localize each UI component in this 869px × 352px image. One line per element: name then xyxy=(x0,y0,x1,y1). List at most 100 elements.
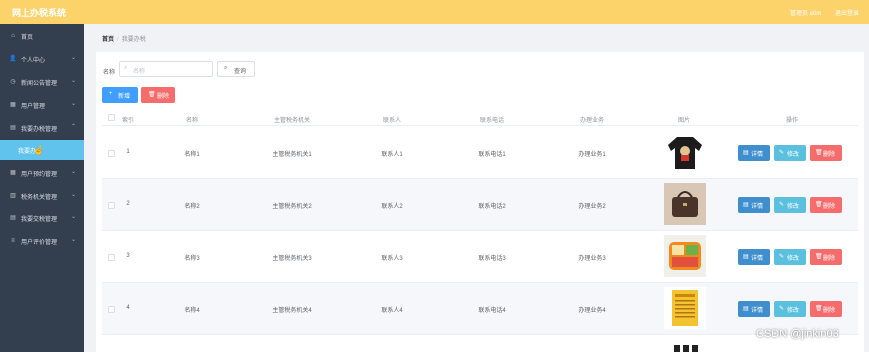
sidebar-item-label: 我要办税管理 xyxy=(21,127,58,133)
table-row: 2 名称2 主管税务机关2 联系人2 联系电话2 办理业务2 ▤详情 ✎修改 xyxy=(102,179,858,231)
trash-icon: 🗑 xyxy=(815,150,823,156)
cell-contact: 联系人2 xyxy=(381,204,403,210)
sidebar-item-label: 用户预约管理 xyxy=(21,172,58,178)
chevron-down-icon: ⌄ xyxy=(71,78,77,84)
edit-icon: ✎ xyxy=(779,254,785,260)
delete-button[interactable]: 🗑 删除 xyxy=(810,249,842,265)
breadcrumb-home[interactable]: 首页 xyxy=(102,37,114,43)
row-checkbox[interactable] xyxy=(108,254,115,261)
sidebar-item-profile[interactable]: 👤 个人中心 ⌄ xyxy=(0,49,84,69)
breadcrumb-current: 我要办税 xyxy=(121,37,146,43)
delete-button[interactable]: 🗑 删除 xyxy=(810,145,842,161)
delete-button[interactable]: 🗑 删除 xyxy=(810,301,842,317)
batch-delete-button[interactable]: 🗑 删除 xyxy=(141,87,175,103)
cell-business: 办理业务4 xyxy=(578,308,606,314)
cell-name: 名称4 xyxy=(184,308,200,314)
top-bar: 网上办税系统 管理员 a0m 退出登录 xyxy=(0,0,869,24)
edit-label: 修改 xyxy=(787,256,800,262)
yellow-book-image[interactable] xyxy=(664,287,706,329)
cell-name: 名称2 xyxy=(184,204,200,210)
detail-icon: ▤ xyxy=(743,202,749,208)
detail-button[interactable]: ▤ 详情 xyxy=(738,197,770,213)
delete-button[interactable]: 🗑 删除 xyxy=(810,197,842,213)
cell-contact: 联系人3 xyxy=(381,256,403,262)
edit-icon: ✎ xyxy=(779,306,785,312)
search-placeholder: 名称 xyxy=(133,69,146,75)
document-icon: ▤ xyxy=(10,215,16,221)
detail-button[interactable]: ▤ 详情 xyxy=(738,145,770,161)
select-all-checkbox[interactable] xyxy=(108,114,115,121)
watermark: CSDN @jinkin03 xyxy=(756,328,839,340)
sidebar-item-tax-authority[interactable]: ▥ 税务机关管理 ⌄ xyxy=(0,186,84,206)
cell-authority: 主管税务机关4 xyxy=(272,308,312,314)
detail-icon: ▤ xyxy=(743,254,749,260)
sidebar-item-label: 个人中心 xyxy=(21,58,46,64)
chevron-down-icon: ⌄ xyxy=(71,214,77,220)
sidebar-item-label: 税务机关管理 xyxy=(21,195,58,201)
table-header: 索引 名称 主管税务机关 联系人 联系电话 办理业务 图片 操作 xyxy=(102,110,858,126)
search-input[interactable]: ⌕ 名称 xyxy=(119,61,213,77)
detail-icon: ▤ xyxy=(743,306,749,312)
edit-icon: ✎ xyxy=(779,202,785,208)
sidebar: ⌂ 首页 👤 个人中心 ⌄ ◷ 新闻公告管理 ⌄ ▦ 用户管理 ⌄ ▤ 我要办税… xyxy=(0,24,84,352)
clock-icon: ◷ xyxy=(10,79,16,85)
table-row: 3 名称3 主管税务机关3 联系人3 联系电话3 办理业务3 ▤详情 ✎修改 xyxy=(102,231,858,283)
row-checkbox[interactable] xyxy=(108,306,115,313)
add-button[interactable]: + 新增 xyxy=(102,87,138,103)
main-content: 首页 / 我要办税 名称 ⌕ 名称 ⌕ 查询 + 新增 🗑 删除 索引 名称 主管税… xyxy=(84,24,869,352)
cell-phone: 联系电话4 xyxy=(478,308,506,314)
edit-button[interactable]: ✎ 修改 xyxy=(774,145,806,161)
detail-label: 详情 xyxy=(751,152,764,158)
cell-business: 办理业务3 xyxy=(578,256,606,262)
search-icon: ⌕ xyxy=(124,65,128,71)
content-panel: 名称 ⌕ 名称 ⌕ 查询 + 新增 🗑 删除 索引 名称 主管税务机关 联系人 … xyxy=(96,52,864,352)
column-header-index: 索引 xyxy=(121,118,134,124)
column-header-phone: 联系电话 xyxy=(479,118,504,124)
detail-button[interactable]: ▤ 详情 xyxy=(738,301,770,317)
row-checkbox[interactable] xyxy=(108,150,115,157)
detail-button[interactable]: ▤ 详情 xyxy=(738,249,770,265)
home-icon: ⌂ xyxy=(11,33,15,39)
cell-authority: 主管税务机关3 xyxy=(272,256,312,262)
edit-label: 修改 xyxy=(787,308,800,314)
add-button-label: 新增 xyxy=(118,94,131,100)
search-icon: ⌕ xyxy=(224,65,228,71)
edit-button[interactable]: ✎ 修改 xyxy=(774,249,806,265)
app-title: 网上办税系统 xyxy=(12,8,67,18)
detail-label: 详情 xyxy=(751,256,764,262)
cell-name: 名称3 xyxy=(184,256,200,262)
table-row-partial xyxy=(102,335,858,352)
sidebar-item-appointments[interactable]: ▦ 用户预约管理 ⌄ xyxy=(0,163,84,183)
sidebar-item-label: 用户管理 xyxy=(21,104,46,110)
edit-button[interactable]: ✎ 修改 xyxy=(774,301,806,317)
cell-index: 3 xyxy=(126,253,130,259)
edit-button[interactable]: ✎ 修改 xyxy=(774,197,806,213)
sidebar-item-tax-handle[interactable]: ▤ 我要办税管理 ⌃ xyxy=(0,118,84,138)
chevron-down-icon: ⌄ xyxy=(71,55,77,61)
logout-link[interactable]: 退出登录 xyxy=(835,8,859,17)
column-header-actions: 操作 xyxy=(785,118,798,124)
sidebar-subitem-tax-handle[interactable]: 我要办 ☝ xyxy=(0,140,84,160)
sidebar-item-home[interactable]: ⌂ 首页 xyxy=(0,26,84,46)
brown-handbag-image[interactable] xyxy=(664,183,706,225)
black-sweater-image[interactable] xyxy=(664,131,706,173)
lunchbox-image[interactable] xyxy=(664,235,706,277)
sidebar-item-news[interactable]: ◷ 新闻公告管理 ⌄ xyxy=(0,72,84,92)
sidebar-item-label: 首页 xyxy=(21,35,34,41)
row-checkbox[interactable] xyxy=(108,202,115,209)
sidebar-item-reviews[interactable]: ≡ 用户评价管理 ⌄ xyxy=(0,231,84,251)
search-button-label: 查询 xyxy=(234,69,247,75)
table-row: 1 名称1 主管税务机关1 联系人1 联系电话1 办理业务1 ▤详情 ✎修改 xyxy=(102,127,858,179)
chevron-down-icon: ⌄ xyxy=(71,192,77,198)
cell-business: 办理业务1 xyxy=(578,152,606,158)
sidebar-item-tax-pay[interactable]: ▤ 我要交税管理 ⌄ xyxy=(0,208,84,228)
sidebar-item-label: 我要交税管理 xyxy=(21,217,58,223)
breadcrumb: 首页 / 我要办税 xyxy=(102,34,146,43)
search-button[interactable]: ⌕ 查询 xyxy=(217,61,255,77)
cell-index: 4 xyxy=(126,305,130,311)
cell-contact: 联系人1 xyxy=(381,152,403,158)
sidebar-item-users[interactable]: ▦ 用户管理 ⌄ xyxy=(0,95,84,115)
current-user[interactable]: 管理员 a0m xyxy=(790,8,821,17)
detail-label: 详情 xyxy=(751,204,764,210)
chevron-down-icon: ⌄ xyxy=(71,169,77,175)
